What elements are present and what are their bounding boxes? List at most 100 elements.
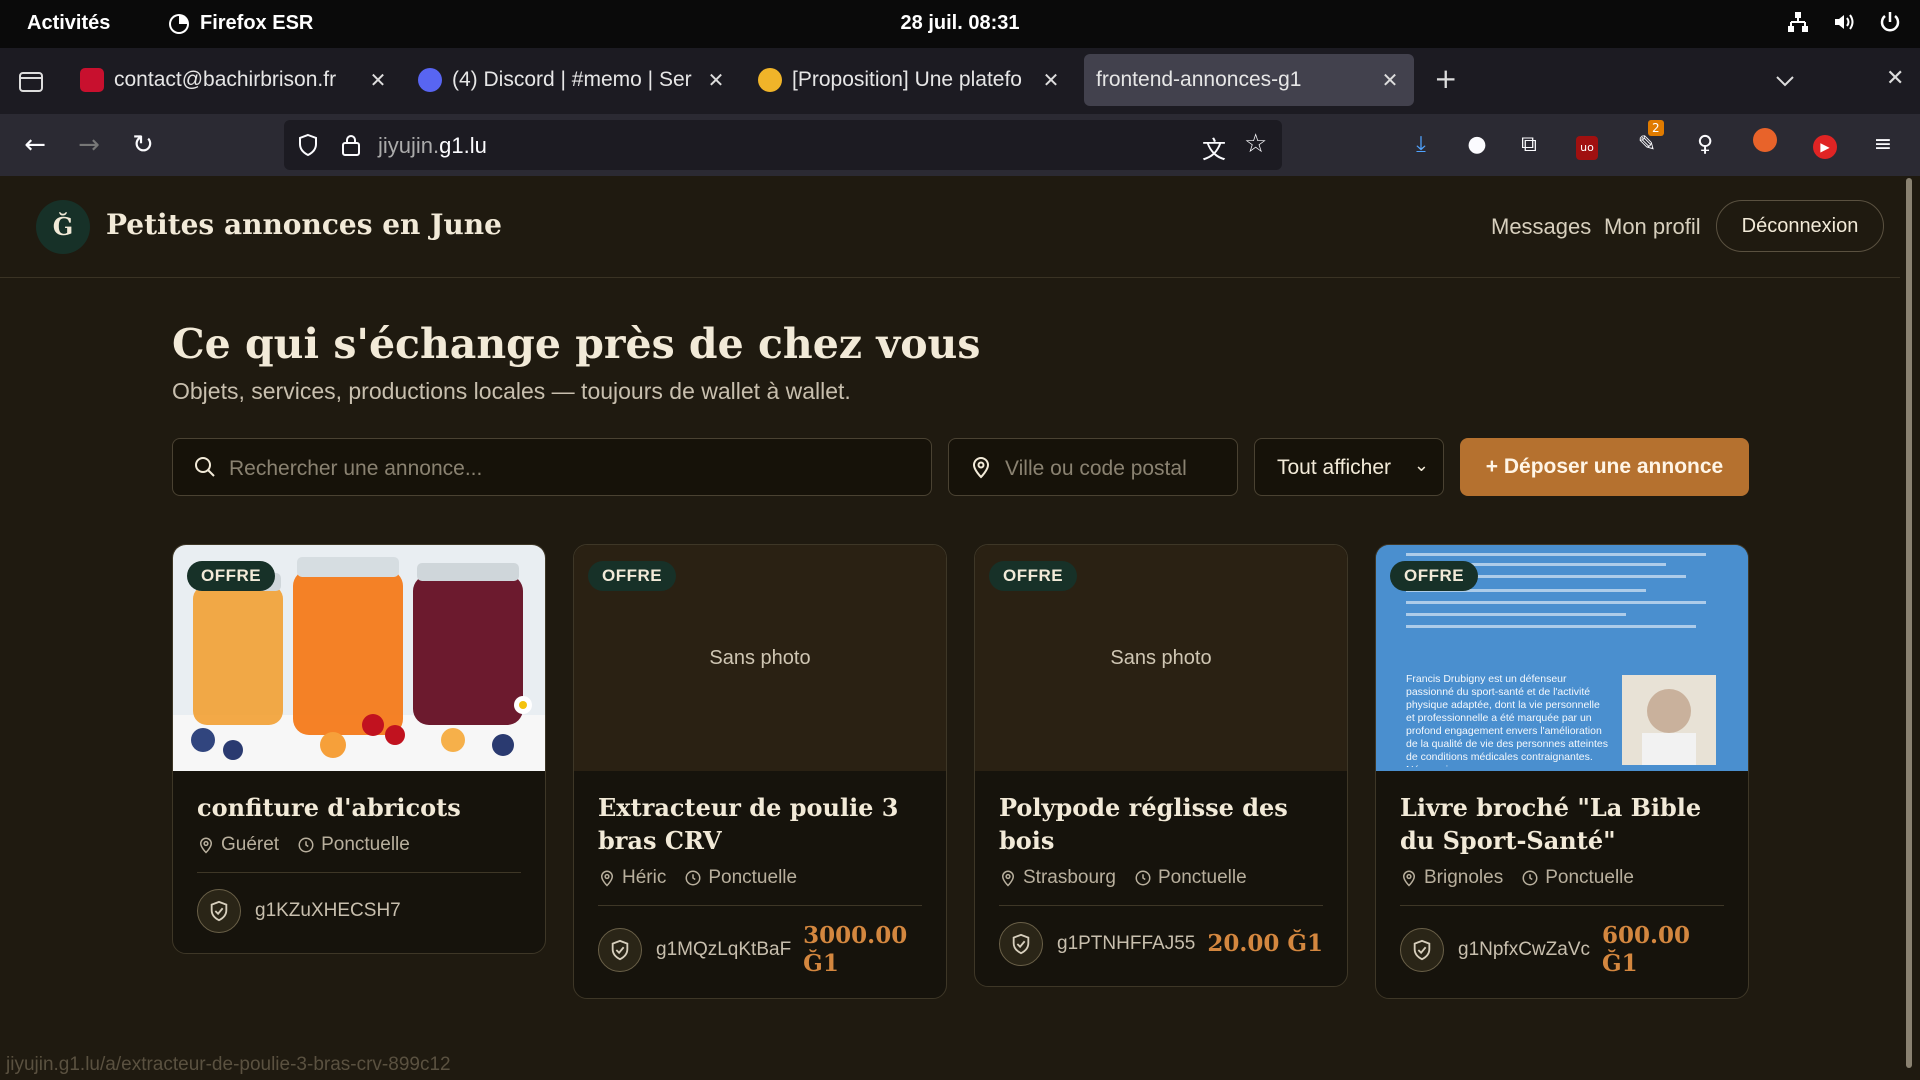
seller-id: g1KZuXHECSH7 [255, 900, 401, 921]
site-title[interactable]: Petites annonces en June [106, 208, 502, 241]
fox-extension-icon[interactable] [1748, 128, 1782, 162]
seller-id: g1PTNHFFAJ55 [1057, 933, 1196, 954]
location-placeholder: Ville ou code postal [1005, 457, 1187, 480]
listing-card[interactable]: Sans photo OFFRE Extracteur de poulie 3 … [573, 544, 947, 999]
listing-title[interactable]: Extracteur de poulie 3 bras CRV [598, 791, 922, 857]
seller-id: g1MQzLqKtBaF [656, 939, 792, 960]
page-title: Ce qui s'échange près de chez vous [172, 320, 981, 368]
new-tab-icon[interactable]: + [1434, 62, 1457, 95]
url-text[interactable]: jiyujin.g1.lu [378, 133, 487, 159]
tab-discord[interactable]: (4) Discord | #memo | Ser ✕ [418, 54, 728, 106]
book-cover-text: Francis Drubigny est un défenseur passio… [1406, 673, 1608, 767]
extensions-icon[interactable]: ⧉ [1512, 128, 1546, 162]
listing-card[interactable]: Sans photo OFFRE Polypode réglisse des b… [974, 544, 1348, 987]
listing-title[interactable]: Polypode réglisse des bois [999, 791, 1323, 857]
page-scrollbar[interactable] [1906, 178, 1912, 1068]
location-input[interactable]: Ville ou code postal [948, 438, 1238, 496]
verified-shield-icon [1012, 933, 1030, 955]
activities-button[interactable]: Activités [27, 12, 110, 35]
listing-photo: Sans photo OFFRE [574, 545, 946, 771]
tracking-shield-icon[interactable] [296, 133, 320, 157]
app-name: Firefox ESR [200, 12, 314, 34]
site-header: Ğ Petites annonces en June Messages Mon … [0, 176, 1900, 278]
tab-frontend-annonces[interactable]: frontend-annonces-g1 ✕ [1084, 54, 1414, 106]
seller-avatar [999, 922, 1043, 966]
filter-value: Tout afficher [1277, 456, 1392, 479]
listing-title[interactable]: Livre broché "La Bible du Sport-Santé" [1400, 791, 1724, 857]
video-extension-icon[interactable]: ▶ [1808, 128, 1842, 162]
search-placeholder: Rechercher une annonce... [229, 457, 483, 480]
seller-id: g1NpfxCwZaVc [1458, 939, 1590, 960]
close-tab-icon[interactable]: ✕ [366, 68, 390, 93]
verified-shield-icon [210, 900, 228, 922]
listing-city: Guéret [221, 834, 280, 855]
extension-badge-icon[interactable]: ✎ 2 [1630, 120, 1664, 162]
listing-card[interactable]: Francis Drubigny est un défenseur passio… [1375, 544, 1749, 999]
site-logo[interactable]: Ğ [36, 200, 90, 254]
volume-icon [1835, 14, 1854, 30]
url-bar[interactable]: jiyujin.g1.lu 文 ☆ [284, 120, 1282, 170]
listing-city: Strasbourg [1023, 867, 1116, 888]
location-pin-icon [1001, 870, 1015, 887]
bookmark-star-icon[interactable]: ☆ [1244, 128, 1267, 159]
listing-frequency: Ponctuelle [708, 867, 798, 888]
seller-avatar [197, 889, 241, 933]
tab-email[interactable]: contact@bachirbrison.fr ✕ [80, 54, 390, 106]
clock[interactable]: 28 juil. 08:31 [901, 12, 1020, 34]
listing-title[interactable]: confiture d'abricots [197, 791, 521, 824]
system-tray[interactable] [1786, 10, 1902, 34]
network-icon [1788, 12, 1808, 32]
ublock-icon[interactable]: uo [1570, 128, 1604, 162]
firefox-view-icon[interactable] [18, 68, 44, 94]
profile-link[interactable]: Mon profil [1604, 214, 1701, 240]
extension-badge-count: 2 [1648, 120, 1664, 136]
web-page: Ğ Petites annonces en June Messages Mon … [0, 176, 1920, 1080]
listing-card[interactable]: OFFRE confiture d'abricots Guéret Ponctu… [172, 544, 546, 954]
close-window-icon[interactable]: ✕ [1886, 66, 1904, 91]
tab-proposition[interactable]: [Proposition] Une platefo ✕ [758, 54, 1063, 106]
downloads-icon[interactable]: ⤓ [1404, 128, 1438, 162]
tab-bar: contact@bachirbrison.fr ✕ (4) Discord | … [0, 48, 1920, 114]
search-input[interactable]: Rechercher une annonce... [172, 438, 932, 496]
location-pin-icon [600, 870, 614, 887]
listing-city: Héric [622, 867, 667, 888]
list-tabs-icon[interactable] [1774, 70, 1796, 92]
listing-type-badge: OFFRE [989, 561, 1078, 591]
back-icon[interactable]: ← [16, 126, 54, 164]
listing-photo: Sans photo OFFRE [975, 545, 1347, 771]
clock-icon [298, 837, 314, 853]
listing-type-badge: OFFRE [588, 561, 677, 591]
close-tab-icon[interactable]: ✕ [1039, 68, 1063, 93]
listing-type-badge: OFFRE [187, 561, 276, 591]
forum-favicon-icon [758, 68, 782, 92]
account-icon[interactable]: ● [1460, 128, 1494, 162]
verified-shield-icon [1413, 939, 1431, 961]
lightbulb-icon[interactable]: ♀ [1688, 128, 1722, 162]
clock-icon [1135, 870, 1151, 886]
lock-icon[interactable] [340, 133, 362, 157]
navigation-toolbar: ← → ↻ jiyujin.g1.lu 文 ☆ ⤓ ● ⧉ uo ✎ 2 ♀ ▶ … [0, 114, 1920, 176]
location-pin-icon [199, 837, 213, 854]
clock-icon [685, 870, 701, 886]
listing-photo: Francis Drubigny est un défenseur passio… [1376, 545, 1748, 771]
location-pin-icon [1402, 870, 1416, 887]
forward-icon[interactable]: → [70, 126, 108, 164]
close-tab-icon[interactable]: ✕ [1378, 68, 1402, 93]
post-listing-button[interactable]: + Déposer une annonce [1460, 438, 1749, 496]
filter-select[interactable]: Tout afficher ⌄ [1254, 438, 1444, 496]
search-icon [195, 457, 215, 477]
translate-icon[interactable]: 文 [1202, 130, 1226, 165]
messages-link[interactable]: Messages [1491, 214, 1591, 240]
seller-avatar [1400, 928, 1444, 972]
firefox-icon [169, 13, 189, 34]
close-tab-icon[interactable]: ✕ [704, 68, 728, 93]
discord-favicon-icon [418, 68, 442, 92]
status-bar-url: jiyujin.g1.lu/a/extracteur-de-poulie-3-b… [6, 1054, 451, 1075]
listing-type-badge: OFFRE [1390, 561, 1479, 591]
logout-button[interactable]: Déconnexion [1716, 200, 1884, 252]
menu-icon[interactable]: ≡ [1866, 128, 1900, 162]
listing-frequency: Ponctuelle [321, 834, 410, 855]
app-menu[interactable]: Firefox ESR [168, 12, 313, 35]
reload-icon[interactable]: ↻ [124, 126, 162, 164]
listing-frequency: Ponctuelle [1157, 867, 1247, 888]
